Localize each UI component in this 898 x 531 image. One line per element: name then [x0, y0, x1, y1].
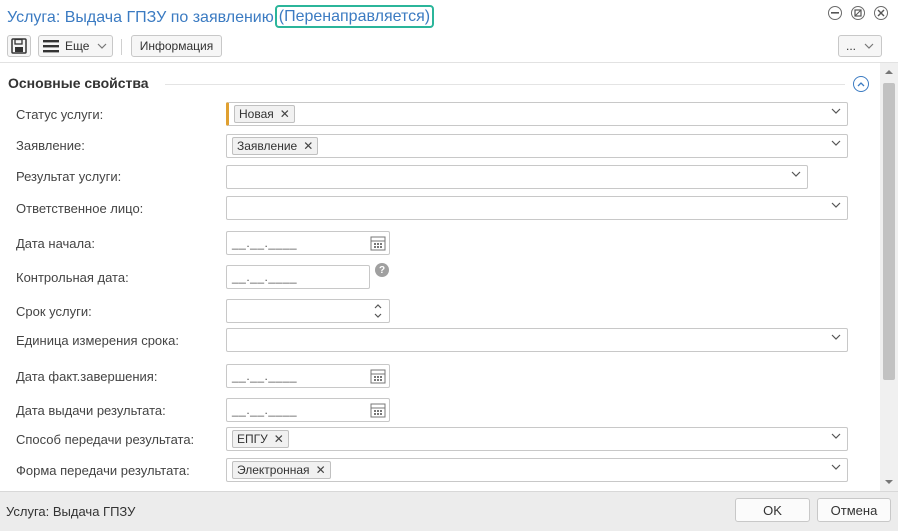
ok-button[interactable]: OK [735, 498, 810, 522]
chevron-down-icon[interactable] [831, 202, 841, 208]
application-tag: Заявление ✕ [232, 137, 319, 155]
chevron-down-icon[interactable] [831, 140, 841, 146]
stepper-arrows-icon[interactable] [373, 302, 383, 322]
transfer-method-select[interactable]: ЕПГУ ✕ [226, 427, 848, 451]
application-tag-label: Заявление [237, 139, 298, 153]
result-label: Результат услуги: [16, 169, 122, 184]
transfer-form-tag: Электронная ✕ [232, 461, 331, 479]
transfer-form-select[interactable]: Электронная ✕ [226, 458, 848, 482]
scrollbar-thumb[interactable] [883, 83, 895, 380]
actual-end-date-input[interactable]: __.__.____ [226, 364, 390, 388]
remove-tag-icon[interactable]: ✕ [280, 107, 290, 121]
toolbar: Еще Информация ... [0, 32, 898, 63]
chevron-down-icon [864, 43, 874, 49]
cancel-button[interactable]: Отмена [817, 498, 891, 522]
control-date-mask: __.__.____ [232, 270, 298, 284]
result-select[interactable] [226, 165, 808, 189]
term-stepper[interactable] [226, 299, 390, 323]
application-label: Заявление: [16, 138, 85, 153]
start-date-input[interactable]: __.__.____ [226, 231, 390, 255]
term-unit-label: Единица измерения срока: [16, 333, 179, 348]
issue-date-mask: __.__.____ [232, 403, 298, 417]
restore-icon[interactable] [851, 6, 865, 20]
issue-date-label: Дата выдачи результата: [16, 403, 166, 418]
status-tag: Новая ✕ [234, 105, 295, 123]
scroll-down-icon[interactable] [884, 479, 894, 485]
actual-end-mask: __.__.____ [232, 369, 298, 383]
control-date-label: Контрольная дата: [16, 270, 129, 285]
more-menu-label: Еще [65, 39, 90, 53]
collapse-section-icon[interactable] [853, 76, 869, 92]
hamburger-icon [43, 40, 59, 53]
status-select[interactable]: Новая ✕ [226, 102, 848, 126]
status-label: Статус услуги: [16, 107, 104, 122]
overflow-menu-label: ... [845, 39, 856, 53]
scroll-up-icon[interactable] [884, 69, 894, 75]
transfer-form-label: Форма передачи результата: [16, 463, 190, 478]
chevron-down-icon[interactable] [831, 464, 841, 470]
overflow-menu-button[interactable]: ... [838, 35, 882, 57]
transfer-form-tag-label: Электронная [237, 463, 310, 477]
chevron-down-icon[interactable] [831, 334, 841, 340]
start-date-label: Дата начала: [16, 236, 95, 251]
transfer-method-tag: ЕПГУ ✕ [232, 430, 289, 448]
start-date-mask: __.__.____ [232, 236, 298, 250]
window-title: Услуга: Выдача ГПЗУ по заявлению (Перенап… [7, 5, 435, 29]
chevron-down-icon [97, 43, 107, 49]
footer-label: Услуга: Выдача ГПЗУ [6, 504, 136, 519]
toolbar-divider [121, 39, 122, 55]
application-select[interactable]: Заявление ✕ [226, 134, 848, 158]
responsible-select[interactable] [226, 196, 848, 220]
remove-tag-icon[interactable]: ✕ [316, 463, 326, 477]
save-button[interactable] [7, 35, 31, 57]
chevron-down-icon[interactable] [791, 171, 801, 177]
chevron-down-icon[interactable] [831, 433, 841, 439]
actual-end-label: Дата факт.завершения: [16, 369, 158, 384]
form-content: Основные свойства Статус услуги: Новая ✕… [0, 63, 880, 491]
window-title-text: Услуга: Выдача ГПЗУ по заявлению [7, 9, 274, 26]
transfer-method-label: Способ передачи результата: [16, 432, 195, 447]
status-tag-label: Новая [239, 107, 274, 121]
remove-tag-icon[interactable]: ✕ [303, 139, 313, 153]
section-divider [165, 84, 845, 85]
info-button-label: Информация [139, 39, 214, 53]
floppy-disk-icon [11, 38, 27, 54]
responsible-label: Ответственное лицо: [16, 201, 144, 216]
minimize-icon[interactable] [828, 6, 842, 20]
calendar-icon[interactable] [370, 368, 386, 384]
section-title: Основные свойства [8, 75, 149, 91]
issue-date-input[interactable]: __.__.____ [226, 398, 390, 422]
calendar-icon[interactable] [370, 402, 386, 418]
term-unit-select[interactable] [226, 328, 848, 352]
control-date-input[interactable]: __.__.____ [226, 265, 370, 289]
calendar-icon[interactable] [370, 235, 386, 251]
chevron-down-icon[interactable] [831, 108, 841, 114]
vertical-scrollbar[interactable] [880, 63, 898, 491]
close-icon[interactable] [874, 6, 888, 20]
transfer-method-tag-label: ЕПГУ [237, 432, 268, 446]
status-indicator: (Перенаправляется) [274, 5, 435, 28]
status-footer: Услуга: Выдача ГПЗУ OK Отмена [0, 491, 898, 531]
term-label: Срок услуги: [16, 304, 92, 319]
help-icon[interactable]: ? [375, 263, 389, 277]
window-titlebar: Услуга: Выдача ГПЗУ по заявлению (Перенап… [0, 0, 898, 30]
more-menu-button[interactable]: Еще [38, 35, 113, 57]
info-button[interactable]: Информация [131, 35, 222, 57]
remove-tag-icon[interactable]: ✕ [274, 432, 284, 446]
